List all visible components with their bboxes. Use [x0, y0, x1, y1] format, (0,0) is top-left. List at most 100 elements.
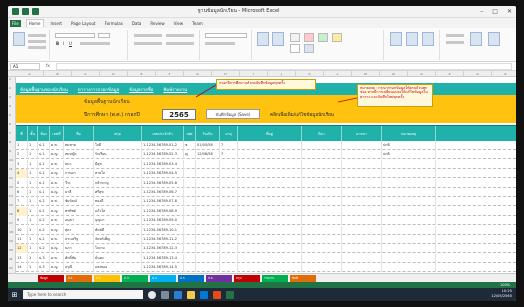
table-cell[interactable]: [220, 253, 238, 263]
table-cell[interactable]: 12: [16, 244, 28, 254]
windows-start-icon[interactable]: ⊞: [8, 288, 21, 301]
table-cell[interactable]: ป.2: [38, 206, 50, 216]
table-cell[interactable]: [238, 206, 302, 216]
table-cell[interactable]: จันทร์เพ็ญ: [94, 235, 142, 244]
table-cell[interactable]: [342, 159, 382, 169]
table-row[interactable]: 14 1 ป.3 ด.ญ. อรุณี แสงทอง 1-1234-56789-14-5: [16, 263, 516, 273]
table-cell[interactable]: ด.ญ.: [50, 206, 64, 216]
table-cell[interactable]: 5: [16, 178, 28, 188]
table-cell[interactable]: [196, 263, 220, 273]
table-cell[interactable]: 1-1234-56789-07-8: [142, 197, 184, 207]
table-cell[interactable]: [196, 169, 220, 179]
table-cell[interactable]: 1-1234-56789-14-5: [142, 263, 184, 273]
column-header[interactable]: M: [352, 71, 380, 77]
table-cell[interactable]: [184, 216, 196, 226]
column-header[interactable]: P: [436, 71, 464, 77]
taskbar-search[interactable]: Type here to search: [23, 290, 143, 299]
table-cell[interactable]: [184, 159, 196, 169]
merge-center-icon[interactable]: [166, 42, 194, 45]
table-cell[interactable]: ป.2: [38, 225, 50, 235]
sheet-tab[interactable]: ข้อมูล: [38, 275, 64, 282]
table-cell[interactable]: [220, 178, 238, 188]
table-cell[interactable]: ใจดี: [94, 141, 142, 150]
table-cell[interactable]: 1: [28, 159, 38, 169]
row-header[interactable]: 15: [9, 203, 13, 207]
column-header[interactable]: K: [296, 71, 324, 77]
table-cell[interactable]: ป.1: [38, 141, 50, 150]
table-cell[interactable]: 1-1234-56789-10-1: [142, 225, 184, 235]
number-format-icons[interactable]: [205, 42, 235, 45]
sheet-tab[interactable]: ป.1: [66, 275, 92, 282]
row-header[interactable]: 3: [9, 95, 11, 99]
cell-style-good[interactable]: [318, 33, 328, 42]
table-cell[interactable]: [382, 188, 436, 197]
table-cell[interactable]: รักเรียน: [94, 150, 142, 160]
table-cell[interactable]: สุดา: [64, 225, 94, 235]
table-body[interactable]: 1 1 ป.1 ด.ช. สมชาย ใจดี 1-1234-56789-01-2 ช 01/0…: [16, 141, 516, 273]
table-cell[interactable]: [220, 169, 238, 179]
table-row[interactable]: 3 1 ป.1 ด.ช. ธนา มีสุข 1-1234-56789-03-4: [16, 159, 516, 169]
table-cell[interactable]: [342, 178, 382, 188]
table-cell[interactable]: [302, 169, 342, 179]
table-cell[interactable]: [220, 197, 238, 207]
table-cell[interactable]: 1-1234-56789-05-6: [142, 178, 184, 188]
table-cell[interactable]: ป.2: [38, 235, 50, 244]
delete-cells-icon[interactable]: [406, 32, 418, 46]
table-cell[interactable]: 1-1234-56789-11-2: [142, 235, 184, 244]
table-cell[interactable]: ด.ช.: [50, 253, 64, 263]
table-cell[interactable]: [184, 197, 196, 207]
row-header[interactable]: 22: [9, 266, 13, 270]
fx-icon[interactable]: fx: [46, 63, 50, 68]
align-left-icons[interactable]: [134, 42, 162, 45]
table-cell[interactable]: [382, 263, 436, 273]
table-cell[interactable]: [220, 263, 238, 273]
table-cell[interactable]: [302, 141, 342, 150]
table-cell[interactable]: ด.ญ.: [50, 150, 64, 160]
table-cell[interactable]: ช: [184, 141, 196, 150]
table-cell[interactable]: กานดา: [64, 169, 94, 179]
column-header[interactable]: F: [156, 71, 184, 77]
number-format-select[interactable]: [205, 33, 247, 38]
column-header[interactable]: A: [16, 71, 44, 77]
sheet-tab[interactable]: ป.3: [122, 275, 148, 282]
table-cell[interactable]: [342, 188, 382, 197]
table-cell[interactable]: ป.2: [38, 197, 50, 207]
sheet-tab[interactable]: ป.2: [94, 275, 120, 282]
row-header[interactable]: 19: [9, 239, 13, 243]
table-cell[interactable]: ญ: [184, 150, 196, 160]
table-cell[interactable]: [342, 197, 382, 207]
table-cell[interactable]: ปกติ: [382, 150, 436, 160]
table-cell[interactable]: มาลี: [64, 188, 94, 197]
table-cell[interactable]: ป.1: [38, 178, 50, 188]
nav-link[interactable]: พิมพ์รายงาน: [163, 86, 187, 93]
table-cell[interactable]: แสงทอง: [94, 263, 142, 273]
table-cell[interactable]: 1-1234-56789-06-7: [142, 188, 184, 197]
table-cell[interactable]: 1: [28, 141, 38, 150]
row-header[interactable]: 14: [9, 194, 13, 198]
close-icon[interactable]: ✕: [507, 8, 512, 15]
table-cell[interactable]: [342, 169, 382, 179]
table-cell[interactable]: วีระ: [64, 178, 94, 188]
table-cell[interactable]: [342, 225, 382, 235]
table-row[interactable]: 11 1 ป.2 ด.ช. ประเสริฐ จันทร์เพ็ญ 1-1234-56789…: [16, 235, 516, 244]
conditional-formatting-icon[interactable]: [257, 32, 269, 46]
ribbon-tab[interactable]: Insert: [49, 20, 64, 27]
table-cell[interactable]: [382, 244, 436, 254]
table-cell[interactable]: 1-1234-56789-08-9: [142, 206, 184, 216]
table-cell[interactable]: [196, 178, 220, 188]
table-cell[interactable]: กล้าหาญ: [94, 178, 142, 188]
table-cell[interactable]: ใจงาม: [94, 244, 142, 254]
table-cell[interactable]: ด.ช.: [50, 197, 64, 207]
table-cell[interactable]: ป.1: [38, 150, 50, 160]
table-cell[interactable]: 01/05/58: [196, 141, 220, 150]
table-cell[interactable]: มีสุข: [94, 159, 142, 169]
table-cell[interactable]: 1: [28, 169, 38, 179]
table-row[interactable]: 6 1 ป.1 ด.ญ. มาลี ศรีสุข 1-1234-56789-06-7: [16, 188, 516, 197]
table-cell[interactable]: 1: [28, 225, 38, 235]
table-cell[interactable]: ธนา: [64, 159, 94, 169]
cell-style-check[interactable]: [304, 44, 314, 53]
cortana-icon[interactable]: [148, 290, 156, 299]
table-cell[interactable]: 6: [16, 188, 28, 197]
sheet-tab[interactable]: สรุป: [234, 275, 260, 282]
sort-filter-icon[interactable]: [470, 32, 482, 46]
